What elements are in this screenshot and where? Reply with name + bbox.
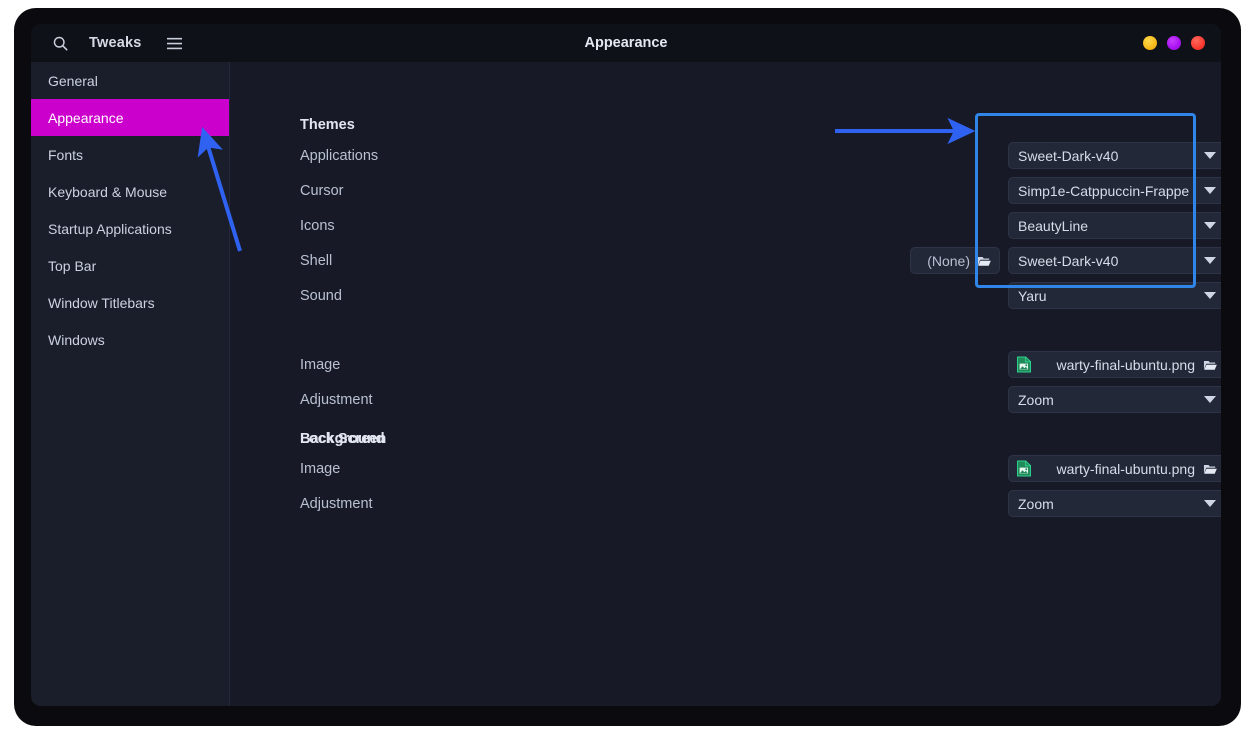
hamburger-menu-icon <box>166 36 183 51</box>
chevron-down-icon <box>1204 257 1216 264</box>
sidebar-item-label: Windows <box>48 332 105 348</box>
sidebar-item-label: Fonts <box>48 147 83 163</box>
sidebar-item-top-bar[interactable]: Top Bar <box>31 247 229 284</box>
chevron-down-icon <box>1204 500 1216 507</box>
lock-screen-adjustment-label: Adjustment <box>300 496 373 512</box>
lock-screen-adjustment-dropdown[interactable]: Zoom <box>1008 490 1221 517</box>
lock-screen-heading: Lock Screen <box>300 431 386 447</box>
chevron-down-icon <box>1204 152 1216 159</box>
sidebar-item-label: General <box>48 73 98 89</box>
chevron-down-icon <box>1204 187 1216 194</box>
sidebar: General Appearance Fonts Keyboard & Mous… <box>31 62 230 706</box>
sidebar-item-label: Startup Applications <box>48 221 172 237</box>
themes-cursor-label: Cursor <box>300 183 344 199</box>
lock-screen-adjustment-value: Zoom <box>1018 496 1198 512</box>
app-title: Tweaks <box>89 35 142 51</box>
minimize-button[interactable] <box>1143 36 1157 50</box>
image-file-icon <box>1016 460 1032 477</box>
folder-open-icon <box>1203 462 1218 476</box>
maximize-button[interactable] <box>1167 36 1181 50</box>
background-image-label: Image <box>300 357 340 373</box>
sidebar-item-window-titlebars[interactable]: Window Titlebars <box>31 284 229 321</box>
screenshot-root: Tweaks Appearance General Appearance <box>0 0 1255 740</box>
search-button[interactable] <box>45 29 75 57</box>
sidebar-item-general[interactable]: General <box>31 62 229 99</box>
folder-open-icon <box>1203 358 1218 372</box>
sidebar-item-keyboard-mouse[interactable]: Keyboard & Mouse <box>31 173 229 210</box>
sidebar-item-startup-applications[interactable]: Startup Applications <box>31 210 229 247</box>
themes-icons-label: Icons <box>300 218 335 234</box>
themes-heading: Themes <box>300 117 355 133</box>
background-adjustment-dropdown[interactable]: Zoom <box>1008 386 1221 413</box>
sidebar-item-label: Top Bar <box>48 258 96 274</box>
search-icon <box>52 35 69 52</box>
sidebar-item-fonts[interactable]: Fonts <box>31 136 229 173</box>
themes-shell-label: Shell <box>300 253 332 269</box>
close-button[interactable] <box>1191 36 1205 50</box>
lock-screen-image-file-button[interactable]: warty-final-ubuntu.png <box>1008 455 1221 482</box>
menu-button[interactable] <box>160 29 190 57</box>
lock-screen-image-label: Image <box>300 461 340 477</box>
background-adjustment-label: Adjustment <box>300 392 373 408</box>
shell-theme-file-value: (None) <box>927 253 970 269</box>
sidebar-item-label: Window Titlebars <box>48 295 155 311</box>
sidebar-item-label: Keyboard & Mouse <box>48 184 167 200</box>
sound-theme-value: Yaru <box>1018 288 1198 304</box>
image-file-icon <box>1016 356 1032 373</box>
header-bar: Tweaks Appearance <box>31 24 1221 62</box>
background-adjustment-value: Zoom <box>1018 392 1198 408</box>
lock-screen-image-filename: warty-final-ubuntu.png <box>1040 461 1195 477</box>
chevron-down-icon <box>1204 222 1216 229</box>
window-controls <box>1143 24 1205 62</box>
sidebar-item-windows[interactable]: Windows <box>31 321 229 358</box>
themes-sound-label: Sound <box>300 288 342 304</box>
background-image-filename: warty-final-ubuntu.png <box>1040 357 1195 373</box>
highlight-box-around-theme-dropdowns <box>975 113 1196 288</box>
sidebar-item-label: Appearance <box>48 110 124 126</box>
chevron-down-icon <box>1204 396 1216 403</box>
chevron-down-icon <box>1204 292 1216 299</box>
header-left-group: Tweaks <box>31 24 230 62</box>
background-image-file-button[interactable]: warty-final-ubuntu.png <box>1008 351 1221 378</box>
themes-applications-label: Applications <box>300 148 378 164</box>
sidebar-item-appearance[interactable]: Appearance <box>31 99 229 136</box>
